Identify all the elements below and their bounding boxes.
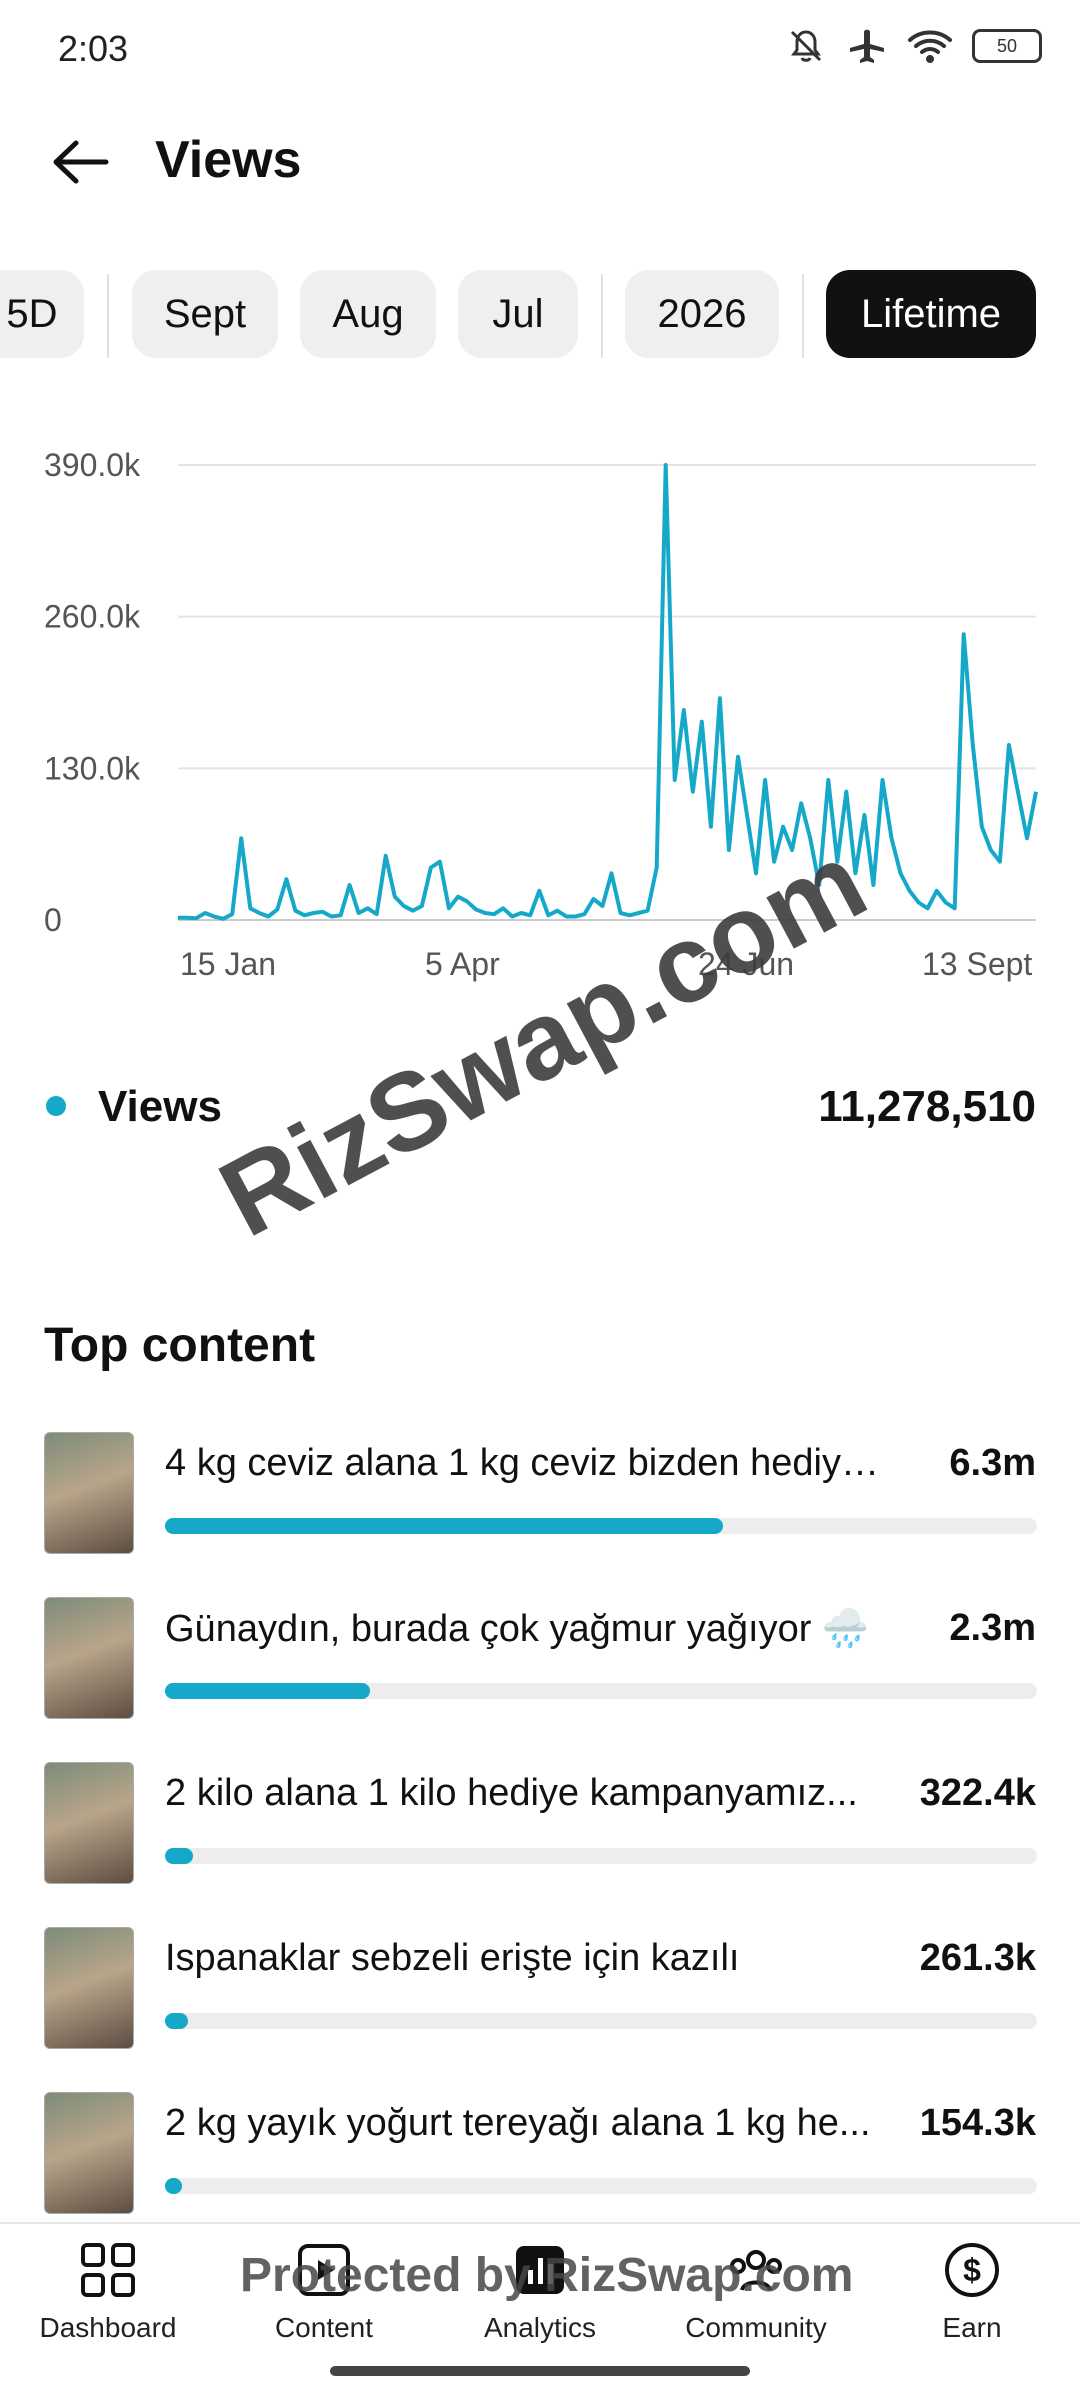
content-title: Ispanaklar sebzeli erişte için kazılı [165,1937,740,1979]
series-line-views [178,463,1038,921]
views-line-chart: 0130.0k260.0k390.0k15 Jan 5 Apr 24 Jun 13 S… [44,447,1038,982]
filter-chip-lifetime[interactable]: Lifetime [826,270,1036,358]
y-tick-label: 130.0k [44,750,141,786]
wifi-icon [908,30,952,63]
battery-indicator: 50 [972,29,1042,63]
chip-divider [601,274,603,358]
content-views: 2.3m [949,1607,1036,1649]
video-thumbnail [44,1762,134,1884]
nav-dashboard[interactable]: Dashboard [0,2238,216,2344]
progress-fill [165,1848,193,1864]
status-time: 2:03 [58,28,129,69]
list-item[interactable]: 4 kg ceviz alana 1 kg ceviz bizden hediy… [0,1432,1080,1582]
filter-chip-2026[interactable]: 2026 [625,270,779,358]
video-thumbnail [44,1432,134,1554]
status-icons: 50 [786,26,1042,66]
filter-chip-aug[interactable]: Aug [300,270,436,358]
video-thumbnail [44,1597,134,1719]
nav-label: Content [274,2312,374,2343]
list-item[interactable]: 2 kg yayık yoğurt tereyağı alana 1 kg he… [0,2092,1080,2242]
chip-divider [802,274,804,358]
airplane-icon [850,29,884,63]
arrow-left-icon [53,140,109,184]
nav-label: Community [685,2312,827,2343]
back-button[interactable] [40,122,120,202]
content-title: 4 kg ceviz alana 1 kg ceviz bizden hediy… [165,1442,885,1484]
x-tick-label: 13 Sept [922,946,1032,982]
y-tick-label: 390.0k [44,447,141,483]
progress-track [165,2178,1037,2194]
home-indicator[interactable] [330,2366,750,2376]
y-tick-label: 0 [44,902,62,938]
page-title: Views [155,131,302,189]
progress-track [165,1518,1037,1534]
svg-text:$: $ [963,2252,981,2288]
list-item[interactable]: Ispanaklar sebzeli erişte için kazılı 26… [0,1927,1080,2077]
progress-fill [165,2013,188,2029]
nav-label: Dashboard [39,2312,177,2343]
dashboard-icon [76,2238,140,2302]
progress-fill [165,1518,724,1534]
total-views-value: 11,278,510 [818,1082,1036,1131]
top-content-title: Top content [44,1319,316,1372]
filter-chip-5d[interactable]: 5D [0,270,84,358]
nav-earn[interactable]: $ Earn [864,2238,1080,2344]
nav-label: Earn [942,2312,1002,2343]
y-tick-label: 260.0k [44,599,141,635]
progress-fill [165,2178,183,2194]
x-tick-label: 15 Jan [180,946,276,982]
watermark-protected-text: Protected by RizSwap.com [240,2249,854,2302]
chip-divider [107,274,109,358]
earn-dollar-icon: $ [940,2238,1004,2302]
progress-track [165,1848,1037,1864]
list-item[interactable]: 2 kilo alana 1 kilo hediye kampanyamız..… [0,1762,1080,1912]
progress-fill [165,1683,370,1699]
progress-track [165,2013,1037,2029]
legend-label: Views [98,1082,222,1131]
filter-chip-sept[interactable]: Sept [132,270,278,358]
progress-track [165,1683,1037,1699]
content-title: 2 kilo alana 1 kilo hediye kampanyamız..… [165,1772,858,1814]
nav-label: Analytics [483,2312,597,2343]
content-views: 6.3m [949,1442,1036,1484]
list-item[interactable]: Günaydın, burada çok yağmur yağıyor 🌧️ 2… [0,1597,1080,1747]
content-views: 154.3k [919,2102,1036,2144]
content-views: 322.4k [919,1772,1036,1814]
mute-bell-icon [790,30,822,62]
content-title: 2 kg yayık yoğurt tereyağı alana 1 kg he… [165,2102,871,2144]
content-title: Günaydın, burada çok yağmur yağıyor 🌧️ [165,1608,870,1650]
filter-chip-jul[interactable]: Jul [458,270,578,358]
legend-dot [46,1096,66,1116]
video-thumbnail [44,2092,134,2214]
content-views: 261.3k [919,1937,1036,1979]
video-thumbnail [44,1927,134,2049]
x-tick-label: 5 Apr [425,946,500,982]
